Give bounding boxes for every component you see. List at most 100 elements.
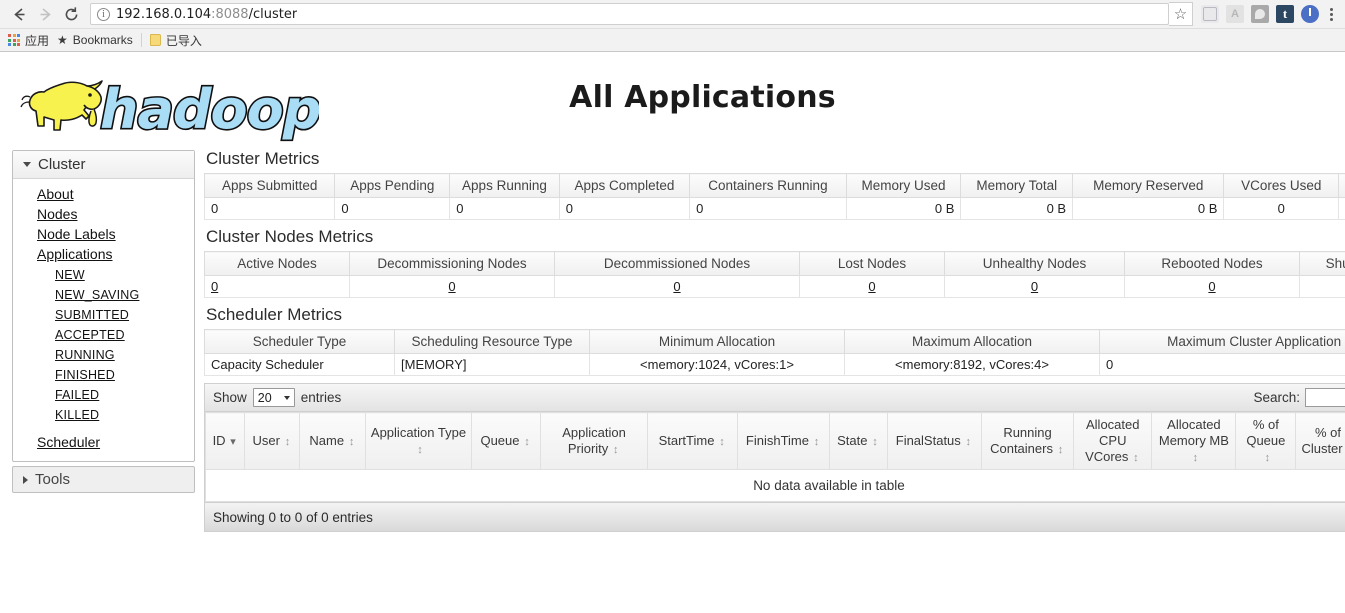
col-vcores-total: VCores Total [1338, 173, 1345, 198]
power-extension-icon[interactable] [1301, 5, 1319, 23]
sidebar-state-label[interactable]: NEW [55, 268, 85, 282]
rebooted-nodes-link[interactable]: 0 [1208, 279, 1215, 294]
sidebar-item-label[interactable]: Applications [37, 246, 113, 262]
cell-active-nodes[interactable]: 0 [204, 275, 350, 298]
decommissioning-nodes-link[interactable]: 0 [448, 279, 455, 294]
sidebar-state-label[interactable]: FAILED [55, 388, 99, 402]
bookmark-apps[interactable]: 应用 [8, 32, 49, 49]
sidebar-state-finished[interactable]: FINISHED [13, 365, 194, 385]
col-name-label: Name [309, 433, 345, 448]
sidebar-state-label[interactable]: KILLED [55, 408, 99, 422]
col-application-priority[interactable]: Application Priority ↕ [540, 412, 649, 470]
sidebar-item-about[interactable]: About [13, 185, 194, 205]
tumblr-extension-icon[interactable]: t [1276, 5, 1294, 23]
decommissioned-nodes-link[interactable]: 0 [673, 279, 680, 294]
cell-unhealthy-nodes[interactable]: 0 [944, 275, 1125, 298]
apps-grid-icon [8, 34, 20, 46]
sidebar-state-failed[interactable]: FAILED [13, 385, 194, 405]
cell-rebooted-nodes[interactable]: 0 [1124, 275, 1300, 298]
sidebar-tools-block[interactable]: Tools [12, 466, 195, 493]
sidebar-state-label[interactable]: RUNNING [55, 348, 115, 362]
sidebar-state-killed[interactable]: KILLED [13, 405, 194, 425]
sidebar-state-running[interactable]: RUNNING [13, 345, 194, 365]
active-nodes-link[interactable]: 0 [211, 279, 218, 294]
back-arrow-icon[interactable] [6, 1, 32, 27]
unhealthy-nodes-link[interactable]: 0 [1031, 279, 1038, 294]
cell-decommissioning-nodes[interactable]: 0 [349, 275, 555, 298]
sidebar-state-new-saving[interactable]: NEW_SAVING [13, 285, 194, 305]
reload-icon[interactable] [58, 1, 84, 27]
col-state[interactable]: State ↕ [829, 412, 888, 470]
cell-decommissioned-nodes[interactable]: 0 [554, 275, 800, 298]
address-bar[interactable]: i 192.168.0.104:8088/cluster [90, 3, 1169, 25]
col-name[interactable]: Name ↕ [299, 412, 367, 470]
lost-nodes-link[interactable]: 0 [868, 279, 875, 294]
bookmark-imported[interactable]: 已导入 [149, 32, 202, 49]
sidebar-state-new[interactable]: NEW [13, 265, 194, 285]
sidebar-item-label[interactable]: About [37, 186, 74, 202]
col-user[interactable]: User ↕ [244, 412, 301, 470]
sidebar-item-nodes[interactable]: Nodes [13, 205, 194, 225]
sidebar-cluster-block: Cluster About Nodes Node Labels Applicat… [12, 150, 195, 462]
browser-toolbar: i 192.168.0.104:8088/cluster ☆ A t [0, 0, 1345, 28]
bookmark-star-icon[interactable]: ☆ [1169, 2, 1193, 26]
col-finishtime-label: FinishTime [745, 433, 809, 448]
scheduler-metrics-table: Scheduler Type Scheduling Resource Type … [204, 329, 1345, 376]
col-percent-of-queue[interactable]: % of Queue ↕ [1235, 412, 1297, 470]
sidebar-state-label[interactable]: ACCEPTED [55, 328, 125, 342]
sidebar-cluster-header[interactable]: Cluster [13, 151, 194, 179]
col-queue[interactable]: Queue ↕ [470, 412, 542, 470]
col-apps-running: Apps Running [449, 173, 560, 198]
col-percent-of-cluster[interactable]: % of Cluster↕ [1295, 412, 1345, 470]
col-allocated-memory-mb[interactable]: Allocated Memory MB ↕ [1151, 412, 1237, 470]
col-finalstatus-label: FinalStatus [895, 433, 961, 448]
col-allocated-cpu-vcores[interactable]: Allocated CPU VCores ↕ [1073, 412, 1153, 470]
col-vcores-used: VCores Used [1223, 173, 1340, 198]
sidebar-item-applications[interactable]: Applications [13, 245, 194, 265]
sidebar-state-label[interactable]: FINISHED [55, 368, 115, 382]
datatable-footer: Showing 0 to 0 of 0 entries First [205, 502, 1345, 531]
site-info-icon[interactable]: i [97, 7, 110, 21]
body-columns: Cluster About Nodes Node Labels Applicat… [0, 147, 1345, 532]
extension-icons: A t [1201, 5, 1323, 23]
cell-shutdown-nodes[interactable]: 0 [1299, 275, 1345, 298]
col-finalstatus[interactable]: FinalStatus ↕ [886, 412, 982, 470]
sidebar-scheduler-label[interactable]: Scheduler [37, 434, 100, 450]
col-application-type[interactable]: Application Type ↕ [365, 412, 472, 470]
three-dots-menu-icon[interactable] [1323, 7, 1339, 21]
col-memory-total: Memory Total [960, 173, 1074, 198]
sort-icon: ↕ [1264, 451, 1271, 464]
col-shutdown-nodes: Shutdown Nodes [1299, 251, 1345, 276]
col-state-label: State [837, 433, 868, 448]
col-id[interactable]: ID ▾ [204, 412, 246, 470]
sidebar-state-label[interactable]: SUBMITTED [55, 308, 129, 322]
sidebar-item-label[interactable]: Nodes [37, 206, 77, 222]
pdf-extension-icon[interactable]: A [1226, 5, 1244, 23]
page-size-select[interactable]: 20 40 60 80 100 [252, 388, 295, 407]
page-content: hadoop All Applications Cluster About No… [0, 52, 1345, 532]
col-starttime[interactable]: StartTime ↕ [647, 412, 738, 470]
bookmarks-bar: 应用 ★ Bookmarks 已导入 [0, 28, 1345, 51]
search-input[interactable] [1305, 388, 1345, 407]
sidebar-tools-label: Tools [35, 471, 71, 488]
cell-apps-pending: 0 [334, 197, 451, 220]
col-running-containers[interactable]: Running Containers ↕ [980, 412, 1075, 470]
sidebar-state-label[interactable]: NEW_SAVING [55, 288, 139, 302]
sidebar-state-accepted[interactable]: ACCEPTED [13, 325, 194, 345]
forward-arrow-icon[interactable] [32, 1, 58, 27]
table-row: Capacity Scheduler [MEMORY] <memory:1024… [204, 353, 1345, 376]
gray-drop-extension-icon[interactable] [1251, 5, 1269, 23]
cell-lost-nodes[interactable]: 0 [799, 275, 945, 298]
cell-scheduler-type: Capacity Scheduler [204, 353, 395, 376]
col-lost-nodes: Lost Nodes [799, 251, 945, 276]
col-apps-submitted: Apps Submitted [203, 173, 336, 198]
sidebar-item-label[interactable]: Node Labels [37, 226, 116, 242]
col-scheduling-resource-type: Scheduling Resource Type [394, 329, 590, 354]
sidebar-item-scheduler[interactable]: Scheduler [13, 433, 194, 453]
sidebar-state-submitted[interactable]: SUBMITTED [13, 305, 194, 325]
bookmark-bookmarks[interactable]: ★ Bookmarks [57, 33, 133, 47]
sidebar-item-node-labels[interactable]: Node Labels [13, 225, 194, 245]
cube-extension-icon[interactable] [1201, 5, 1219, 23]
col-finishtime[interactable]: FinishTime ↕ [736, 412, 831, 470]
page-title: All Applications [569, 80, 836, 115]
